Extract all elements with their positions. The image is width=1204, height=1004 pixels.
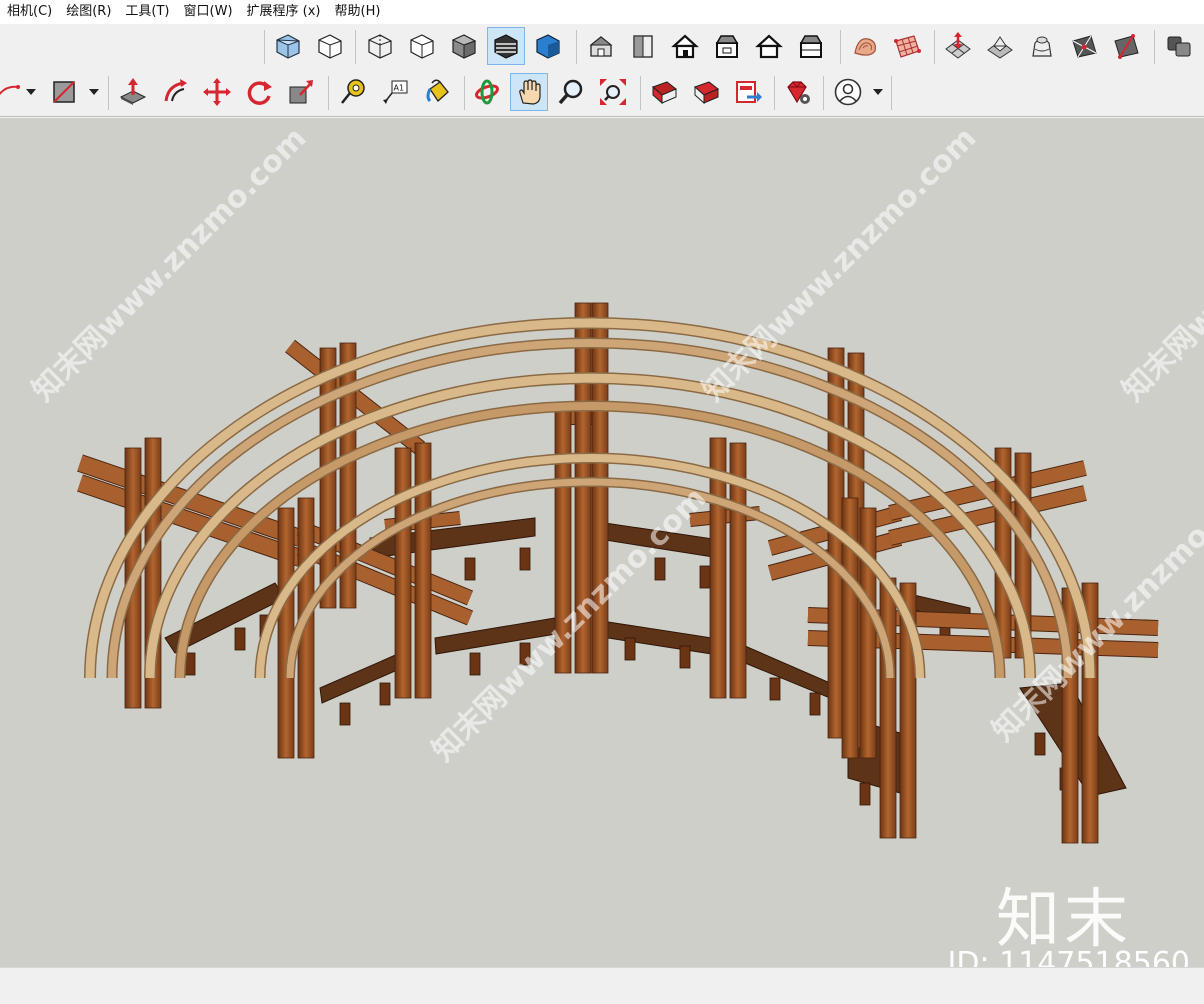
toolbar-separator (464, 76, 465, 110)
arc-dropdown-chevron-icon[interactable] (24, 73, 38, 111)
toolbar-separator (576, 30, 577, 64)
back-view-icon[interactable] (750, 27, 788, 65)
shaded-style-icon[interactable] (445, 27, 483, 65)
toolbar-top (0, 24, 1204, 70)
toolbar-separator (891, 76, 892, 110)
bench-leg (654, 557, 666, 581)
pergola-post (554, 407, 572, 674)
bench-seat (744, 645, 831, 699)
bench-leg (859, 782, 871, 806)
sandbox-add-detail-icon[interactable] (1065, 27, 1103, 65)
bench-seat (594, 619, 713, 655)
pergola-post (827, 347, 845, 739)
pergola-post (859, 507, 877, 759)
pergola-post (574, 302, 592, 674)
paint-bucket-icon[interactable] (418, 73, 456, 111)
front-view-icon[interactable] (666, 27, 704, 65)
pergola-post (879, 577, 897, 839)
bench-seat (604, 522, 721, 559)
sandbox-drape-icon[interactable] (1023, 27, 1061, 65)
menu-bar: 相机(C) 绘图(R) 工具(T) 窗口(W) 扩展程序 (x) 帮助(H) (0, 0, 1204, 24)
toolbar-separator (640, 76, 641, 110)
warehouse-icon[interactable] (645, 73, 683, 111)
move-tool-icon[interactable] (198, 73, 236, 111)
svg-text:A1: A1 (394, 84, 405, 93)
iso-view-icon[interactable] (582, 27, 620, 65)
bench-seat (434, 617, 557, 655)
sandbox-contours-icon[interactable] (846, 27, 884, 65)
toolbar-separator (774, 76, 775, 110)
top-view-icon[interactable] (624, 27, 662, 65)
pergola-post (591, 302, 609, 674)
hidden-line-style-icon[interactable] (403, 27, 441, 65)
toolbar-separator (328, 76, 329, 110)
toolbar-bottom: A1 (0, 70, 1204, 117)
arc-tool-icon[interactable] (0, 73, 24, 111)
xray-style-icon[interactable] (269, 27, 307, 65)
monochrome-style-icon[interactable] (529, 27, 567, 65)
bench-leg (1034, 732, 1046, 756)
toolbar-separator (934, 30, 935, 64)
zoom-extents-icon[interactable] (594, 73, 632, 111)
pergola-post (277, 507, 295, 759)
push-pull-icon[interactable] (114, 73, 152, 111)
toolbar-separator (355, 30, 356, 64)
bench-leg (519, 547, 531, 571)
account-icon[interactable] (829, 73, 867, 111)
pergola-model (77, 302, 1159, 844)
left-view-icon[interactable] (792, 27, 830, 65)
tape-measure-icon[interactable] (334, 73, 372, 111)
rotate-tool-icon[interactable] (240, 73, 278, 111)
extension-warehouse-icon[interactable] (778, 73, 816, 111)
menu-window[interactable]: 窗口(W) (177, 0, 240, 24)
wireframe-style-icon[interactable] (361, 27, 399, 65)
modeling-viewport[interactable]: 知末网www.znzmo.com 知末网www.znzmo.com 知末网www… (0, 118, 1204, 967)
bench-leg (234, 627, 246, 651)
scale-tool-icon[interactable] (282, 73, 320, 111)
bench-leg (679, 645, 691, 669)
menu-tools[interactable]: 工具(T) (118, 0, 176, 24)
watermark-id: ID: 1147518560 (947, 946, 1190, 967)
text-tool-icon[interactable]: A1 (376, 73, 414, 111)
sandbox-stamp-icon[interactable] (981, 27, 1019, 65)
bench-leg (519, 642, 531, 666)
shape-dropdown-chevron-icon[interactable] (87, 73, 101, 111)
rectangle-tool-icon[interactable] (45, 73, 83, 111)
menu-extensions[interactable]: 扩展程序 (x) (240, 0, 328, 24)
right-view-icon[interactable] (708, 27, 746, 65)
toolbar-separator (1154, 30, 1155, 64)
toolbar-separator (840, 30, 841, 64)
bench-leg (464, 557, 476, 581)
menu-help[interactable]: 帮助(H) (328, 0, 388, 24)
components-icon[interactable] (1160, 27, 1198, 65)
zoom-tool-icon[interactable] (552, 73, 590, 111)
bench-leg (379, 682, 391, 706)
toolbar-separator (108, 76, 109, 110)
menu-camera[interactable]: 相机(C) (0, 0, 59, 24)
orbit-tool-icon[interactable] (468, 73, 506, 111)
shaded-textures-style-icon[interactable] (487, 27, 525, 65)
toolbar-separator (264, 30, 265, 64)
pergola-post (394, 447, 412, 699)
bench-leg (769, 677, 781, 701)
bench-leg (699, 565, 711, 589)
bench-leg (809, 692, 821, 716)
bench-leg (624, 637, 636, 661)
sandbox-smoove-icon[interactable] (939, 27, 977, 65)
pan-tool-icon[interactable] (510, 73, 548, 111)
share-model-icon[interactable] (687, 73, 725, 111)
status-bar (0, 967, 1204, 1004)
back-edges-style-icon[interactable] (311, 27, 349, 65)
sandbox-flip-edge-icon[interactable] (1107, 27, 1145, 65)
send-to-layout-icon[interactable] (729, 73, 767, 111)
bench-leg (469, 652, 481, 676)
menu-draw[interactable]: 绘图(R) (59, 0, 118, 24)
account-dropdown-chevron-icon[interactable] (871, 73, 885, 111)
follow-me-icon[interactable] (156, 73, 194, 111)
toolbar-separator (823, 76, 824, 110)
sandbox-grid-icon[interactable] (888, 27, 926, 65)
bench-leg (339, 702, 351, 726)
